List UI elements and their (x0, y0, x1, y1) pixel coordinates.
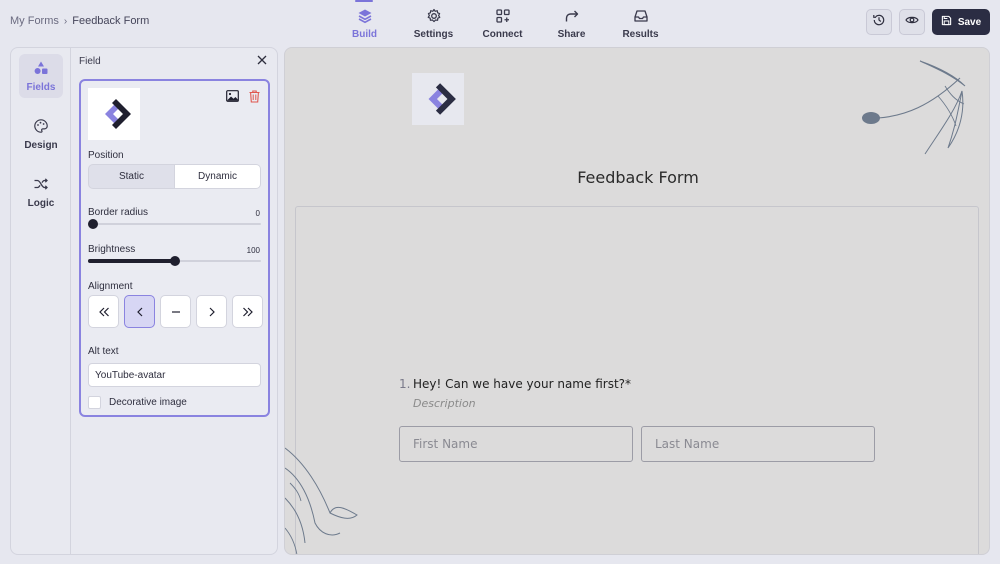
align-far-left-button[interactable] (88, 295, 119, 328)
chevrons-right-icon (242, 307, 253, 316)
rail-item-fields[interactable]: Fields (19, 54, 63, 98)
rail-item-logic-label: Logic (27, 197, 55, 209)
border-radius-knob[interactable] (88, 219, 99, 229)
brightness-fill (88, 259, 175, 263)
rail-item-fields-label: Fields (26, 81, 56, 93)
image-field-settings: Position Static Dynamic Border radius 0 … (79, 79, 270, 417)
tab-results[interactable]: Results (606, 0, 675, 46)
question-description[interactable]: Description (413, 397, 476, 410)
leaf-decoration-top-right (862, 60, 966, 155)
builder-rail: Fields Design Logic (11, 48, 71, 554)
save-icon (941, 15, 952, 29)
brightness-slider[interactable] (88, 256, 261, 266)
tab-build-label: Build (352, 29, 377, 40)
save-button[interactable]: Save (932, 9, 990, 35)
image-icon (225, 90, 239, 102)
question-text[interactable]: Hey! Can we have your name first?* (413, 377, 631, 391)
preview-button[interactable] (899, 9, 925, 35)
decorative-image-checkbox[interactable] (88, 396, 101, 409)
history-button[interactable] (866, 9, 892, 35)
tab-results-label: Results (622, 29, 659, 40)
tab-settings[interactable]: Settings (399, 0, 468, 46)
form-logo[interactable] (412, 73, 464, 125)
alt-text-label: Alt text (88, 346, 119, 357)
position-label: Position (88, 150, 124, 161)
position-toggle: Static Dynamic (88, 164, 261, 189)
panel-title: Field (79, 56, 101, 67)
gear-icon (425, 7, 443, 25)
top-actions: Save (866, 9, 990, 35)
decorative-image-row: Decorative image (88, 396, 187, 409)
position-dynamic-option[interactable]: Dynamic (174, 165, 260, 188)
border-radius-label: Border radius (88, 207, 149, 218)
last-name-input[interactable]: Last Name (641, 426, 875, 462)
align-left-button[interactable] (124, 295, 155, 328)
breadcrumb-my-forms[interactable]: My Forms (10, 15, 59, 27)
replace-image-button[interactable] (225, 89, 239, 103)
tab-connect-label: Connect (482, 29, 523, 40)
breadcrumb-separator: › (63, 15, 68, 27)
panel-close-button[interactable] (255, 54, 269, 68)
eye-icon (905, 13, 919, 32)
border-radius-slider[interactable] (88, 219, 261, 229)
shuffle-icon (33, 176, 49, 195)
layers-icon (356, 7, 374, 25)
tab-share[interactable]: Share (537, 0, 606, 46)
inbox-icon (632, 7, 650, 25)
share-arrow-icon (563, 7, 581, 25)
top-bar: My Forms › Feedback Form Build Settings … (0, 0, 1000, 46)
card-actions (225, 89, 261, 103)
grid-plus-icon (494, 7, 512, 25)
close-icon (257, 52, 267, 70)
rail-item-design[interactable]: Design (19, 112, 63, 156)
alt-text-input[interactable]: YouTube-avatar (88, 363, 261, 387)
position-static-option[interactable]: Static (89, 165, 174, 188)
form-question-area: 1. Hey! Can we have your name first?* De… (295, 206, 979, 554)
border-radius-value: 0 (255, 209, 260, 218)
tab-share-label: Share (557, 29, 586, 40)
chevron-right-icon (209, 307, 215, 316)
history-icon (872, 13, 886, 32)
brightness-label: Brightness (88, 244, 136, 255)
breadcrumb: My Forms › Feedback Form (10, 15, 149, 27)
leaf-decoration-bottom-left (285, 447, 358, 554)
shapes-icon (33, 60, 49, 79)
brightness-value: 100 (246, 246, 260, 255)
alignment-buttons (88, 295, 263, 328)
align-far-right-button[interactable] (232, 295, 263, 328)
brightness-knob[interactable] (169, 256, 180, 266)
delete-field-button[interactable] (247, 89, 261, 103)
form-canvas: Feedback Form 1. Hey! Can we have your n… (284, 47, 990, 555)
tab-settings-label: Settings (413, 29, 454, 40)
save-label: Save (957, 16, 982, 28)
decorative-image-label: Decorative image (109, 397, 187, 408)
palette-icon (33, 118, 49, 137)
rail-item-design-label: Design (24, 139, 58, 151)
question-number: 1. (399, 377, 411, 391)
breadcrumb-current: Feedback Form (72, 15, 150, 27)
tab-connect[interactable]: Connect (468, 0, 537, 46)
chevron-left-icon (136, 307, 142, 316)
first-name-input[interactable]: First Name (399, 426, 633, 462)
align-center-button[interactable] (160, 295, 191, 328)
align-right-button[interactable] (196, 295, 227, 328)
alignment-label: Alignment (88, 281, 133, 292)
main-nav: Build Settings Connect Share Results (330, 0, 675, 46)
tab-build[interactable]: Build (330, 0, 399, 46)
builder-sidebar: Fields Design Logic Field Position Stati… (10, 47, 278, 555)
image-thumbnail (88, 88, 140, 140)
logo-mark (105, 99, 131, 129)
minus-icon (171, 310, 180, 313)
trash-icon (249, 89, 259, 103)
form-title[interactable]: Feedback Form (285, 168, 989, 187)
chevrons-left-icon (98, 307, 109, 316)
logo-mark (428, 83, 456, 115)
rail-item-logic[interactable]: Logic (19, 170, 63, 214)
